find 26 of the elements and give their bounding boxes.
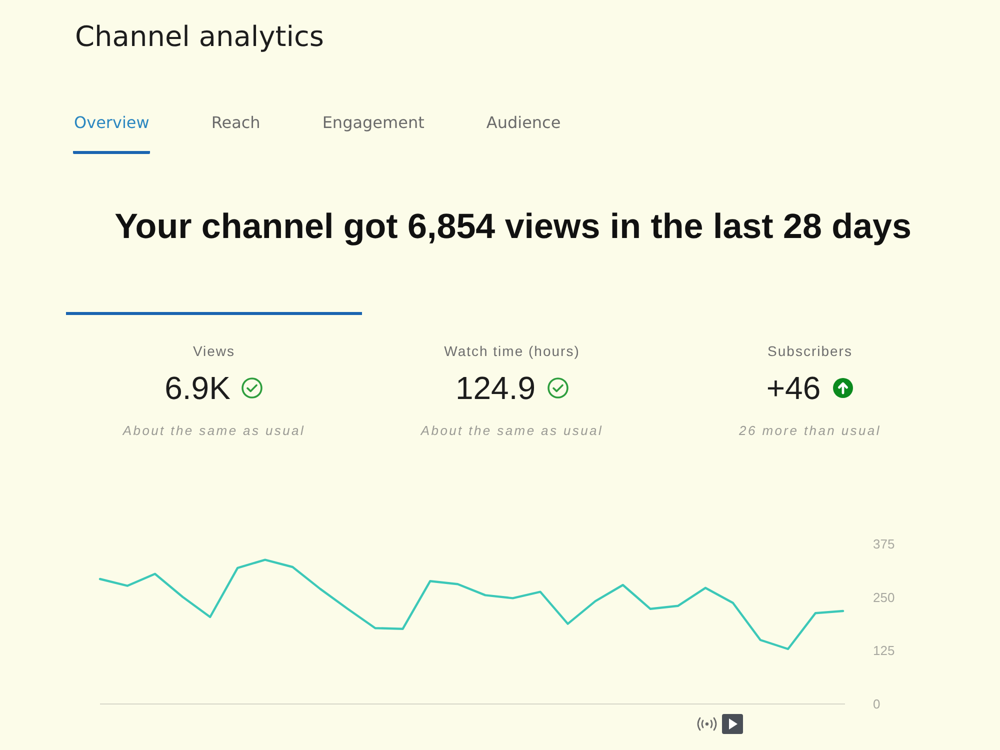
headline: Your channel got 6,854 views in the last 28 days (114, 206, 912, 248)
metric-value: 6.9K (164, 369, 230, 407)
check-circle-icon (546, 377, 569, 399)
metric-label: Watch time (hours) (444, 342, 580, 360)
metric-card[interactable]: Watch time (hours) 124.9 About the same as usual (364, 312, 660, 440)
metric-note: About the same as usual (420, 422, 604, 440)
tab[interactable]: Audience (485, 113, 562, 154)
metric-label: Views (192, 342, 236, 360)
metric-note: 26 more than usual (739, 422, 881, 440)
y-axis-label: 0 (873, 696, 880, 710)
y-axis-label: 375 (873, 536, 895, 552)
metric-note: About the same as usual (122, 422, 306, 440)
y-axis-label: 125 (873, 643, 895, 658)
page-title: Channel analytics (75, 19, 324, 55)
tab[interactable]: Overview (73, 113, 150, 154)
broadcast-icon (695, 716, 719, 732)
tab[interactable]: Engagement (321, 113, 426, 154)
check-circle-icon (241, 377, 264, 399)
metric-card[interactable]: Subscribers +46 26 more than usual (662, 312, 958, 440)
y-axis-label: 250 (873, 590, 895, 605)
metric-label: Subscribers (768, 342, 852, 360)
tab[interactable]: Reach (210, 113, 262, 154)
play-icon[interactable] (722, 714, 743, 734)
metric-value: 124.9 (455, 369, 536, 407)
metric-value: +46 (766, 369, 821, 407)
selected-metric-card[interactable]: Views 6.9K About the same as usual (66, 312, 362, 440)
